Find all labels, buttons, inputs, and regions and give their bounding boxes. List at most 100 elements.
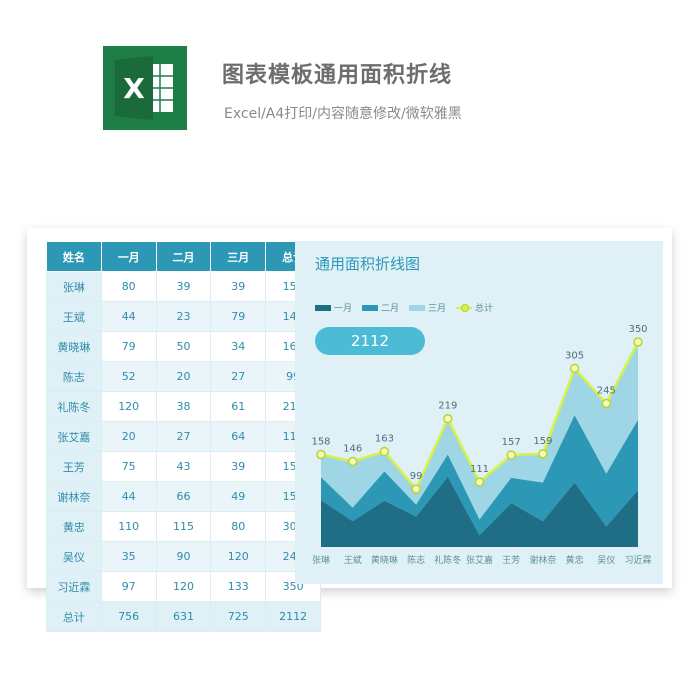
table-value-cell: 120 bbox=[155, 571, 212, 602]
table-name-cell: 黄忠 bbox=[46, 511, 102, 542]
total-data-label: 158 bbox=[311, 436, 330, 447]
table-value-cell: 80 bbox=[210, 511, 267, 542]
x-tick-label: 陈志 bbox=[407, 554, 425, 566]
table-value-cell: 64 bbox=[210, 421, 267, 452]
table-name-cell: 王芳 bbox=[46, 451, 102, 482]
data-table-area: 姓名 一月 二月 三月 总计 张琳 80 39 39 158 王斌 44 23 79 146 黄晓琳 79 50… bbox=[46, 241, 321, 632]
table-value-cell: 75 bbox=[100, 451, 157, 482]
table-value-cell: 20 bbox=[100, 421, 157, 452]
table-header-cell: 二月 bbox=[155, 241, 212, 272]
page-subtitle: Excel/A4打印/内容随意修改/微软雅黑 bbox=[224, 106, 462, 122]
total-data-label: 146 bbox=[343, 443, 362, 454]
x-tick-label: 黄晓琳 bbox=[371, 554, 398, 566]
total-point bbox=[347, 456, 358, 467]
table-row: 陈志 52 20 27 99 bbox=[46, 361, 321, 392]
x-tick-label: 张艾嘉 bbox=[466, 554, 493, 566]
table-value-cell: 115 bbox=[155, 511, 212, 542]
table-value-cell: 35 bbox=[100, 541, 157, 572]
table-row: 黄晓琳 79 50 34 163 bbox=[46, 331, 321, 362]
chart-panel: 通用面积折线图 一月 二月 三月 总计 2112 158 146 163 99 219 1… bbox=[295, 241, 663, 584]
x-tick-label: 王斌 bbox=[344, 554, 362, 566]
total-point bbox=[411, 484, 421, 494]
total-data-label: 305 bbox=[565, 350, 584, 361]
table-row: 王斌 44 23 79 146 bbox=[46, 301, 321, 332]
area-line-chart: 158 146 163 99 219 111 157 159 305 245 350 张琳 王斌 黄晓琳陈… bbox=[311, 324, 651, 566]
table-name-cell: 王斌 bbox=[46, 301, 102, 332]
table-name-cell: 谢林奈 bbox=[46, 481, 102, 512]
total-point bbox=[633, 337, 643, 347]
table-header-cell: 一月 bbox=[100, 241, 157, 272]
total-data-label: 219 bbox=[438, 401, 457, 412]
table-name-cell: 总计 bbox=[46, 601, 102, 632]
total-data-label: 350 bbox=[628, 324, 647, 335]
total-data-label: 111 bbox=[470, 464, 489, 475]
table-value-cell: 631 bbox=[155, 601, 212, 632]
data-table: 姓名 一月 二月 三月 总计 张琳 80 39 39 158 王斌 44 23 79 146 黄晓琳 79 50… bbox=[46, 241, 321, 632]
total-point bbox=[569, 363, 580, 374]
excel-logo-letter: X bbox=[123, 72, 145, 105]
table-value-cell: 20 bbox=[155, 361, 212, 392]
excel-logo-icon: X bbox=[103, 46, 187, 130]
table-row: 张艾嘉 20 27 64 111 bbox=[46, 421, 321, 452]
table-value-cell: 756 bbox=[100, 601, 157, 632]
table-row: 习近霖 97 120 133 350 bbox=[46, 571, 321, 602]
table-name-cell: 陈志 bbox=[46, 361, 102, 392]
table-name-cell: 黄晓琳 bbox=[46, 331, 102, 362]
table-name-cell: 习近霖 bbox=[46, 571, 102, 602]
table-name-cell: 礼陈冬 bbox=[46, 391, 102, 422]
total-data-label: 99 bbox=[410, 471, 423, 482]
table-value-cell: 120 bbox=[100, 391, 157, 422]
table-name-cell: 张艾嘉 bbox=[46, 421, 102, 452]
table-value-cell: 34 bbox=[210, 331, 267, 362]
table-header-cell: 姓名 bbox=[46, 241, 102, 272]
x-tick-label: 张琳 bbox=[312, 554, 330, 566]
table-value-cell: 27 bbox=[155, 421, 212, 452]
total-data-label: 157 bbox=[502, 437, 521, 448]
table-value-cell: 79 bbox=[210, 301, 267, 332]
table-name-cell: 张琳 bbox=[46, 271, 102, 302]
x-tick-label: 吴仪 bbox=[597, 555, 615, 566]
table-header-cell: 三月 bbox=[210, 241, 267, 272]
x-tick-label: 习近霖 bbox=[624, 554, 651, 566]
table-value-cell: 39 bbox=[155, 271, 212, 302]
table-value-cell: 725 bbox=[210, 601, 267, 632]
template-card: 姓名 一月 二月 三月 总计 张琳 80 39 39 158 王斌 44 23 79 146 黄晓琳 79 50… bbox=[27, 228, 672, 632]
table-value-cell: 38 bbox=[155, 391, 212, 422]
x-tick-label: 礼陈冬 bbox=[434, 554, 461, 566]
table-value-cell: 61 bbox=[210, 391, 267, 422]
table-total-row: 总计 756 631 725 2112 bbox=[46, 601, 321, 632]
table-value-cell: 49 bbox=[210, 481, 267, 512]
table-value-cell: 80 bbox=[100, 271, 157, 302]
table-value-cell: 23 bbox=[155, 301, 212, 332]
table-value-cell: 27 bbox=[210, 361, 267, 392]
table-value-cell: 44 bbox=[100, 481, 157, 512]
total-point bbox=[474, 477, 485, 487]
total-data-label: 245 bbox=[597, 386, 616, 397]
total-point bbox=[538, 449, 548, 459]
table-value-cell: 43 bbox=[155, 451, 212, 482]
total-point bbox=[443, 413, 453, 424]
table-value-cell: 39 bbox=[210, 271, 267, 302]
total-point bbox=[379, 446, 390, 457]
table-value-cell: 2112 bbox=[265, 601, 321, 632]
table-row: 吴仪 35 90 120 245 bbox=[46, 541, 321, 572]
table-value-cell: 39 bbox=[210, 451, 267, 482]
table-value-cell: 50 bbox=[155, 331, 212, 362]
x-tick-label: 王芳 bbox=[502, 554, 520, 566]
table-value-cell: 110 bbox=[100, 511, 157, 542]
table-row: 谢林奈 44 66 49 159 bbox=[46, 481, 321, 512]
page-title: 图表模板通用面积折线 bbox=[222, 63, 453, 88]
table-value-cell: 44 bbox=[100, 301, 157, 332]
total-point bbox=[506, 450, 516, 460]
table-value-cell: 79 bbox=[100, 331, 157, 362]
total-point bbox=[316, 449, 326, 460]
x-tick-label: 黄忠 bbox=[566, 554, 584, 566]
table-value-cell: 97 bbox=[100, 571, 157, 602]
table-value-cell: 52 bbox=[100, 361, 157, 392]
table-header-row: 姓名 一月 二月 三月 总计 bbox=[46, 241, 321, 272]
total-data-label: 159 bbox=[533, 436, 552, 447]
total-point bbox=[601, 398, 612, 409]
x-tick-label: 谢林奈 bbox=[529, 554, 556, 566]
table-row: 礼陈冬 120 38 61 219 bbox=[46, 391, 321, 422]
table-value-cell: 120 bbox=[210, 541, 267, 572]
